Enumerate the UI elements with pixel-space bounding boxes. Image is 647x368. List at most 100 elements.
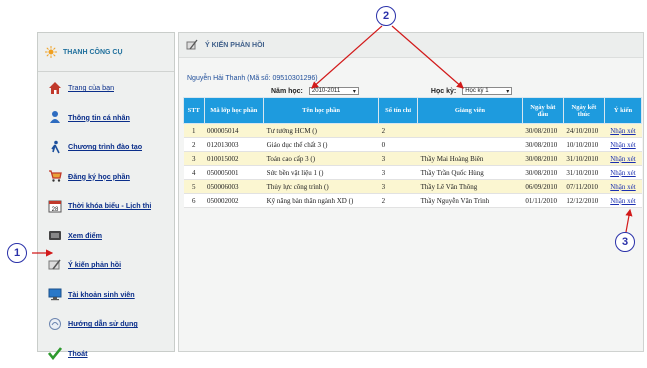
comment-link[interactable]: Nhận xét — [604, 124, 641, 138]
table-cell: 012013003 — [204, 138, 264, 152]
calendar-icon: 28 — [48, 199, 62, 213]
table-cell: 0 — [379, 138, 418, 152]
comment-link[interactable]: Nhận xét — [604, 138, 641, 152]
table-cell: 4 — [184, 166, 205, 180]
table-cell: Thầy Trần Quốc Hùng — [418, 166, 523, 180]
table-cell: 2 — [379, 194, 418, 208]
sidebar-item-home[interactable]: Trang của bạn — [38, 73, 174, 103]
table-cell: 30/08/2010 — [522, 138, 563, 152]
feedback-icon — [185, 38, 199, 52]
sidebar-item-label: Xem điểm — [68, 231, 102, 240]
checkmark-icon — [48, 346, 62, 360]
table-header-row: STT Mã lớp học phần Tên học phần Số tín … — [184, 98, 642, 124]
chevron-down-icon: ▾ — [353, 88, 356, 95]
semester-select-value: Học kỳ 1 — [465, 88, 488, 94]
table-cell: 5 — [184, 180, 205, 194]
table-cell: 30/08/2010 — [522, 124, 563, 138]
comment-link[interactable]: Nhận xét — [604, 152, 641, 166]
table-row: 1 000005014 Tư tưởng HCM () 2 30/08/2010… — [184, 124, 642, 138]
table-cell: 010015002 — [204, 152, 264, 166]
table-cell: 07/11/2010 — [563, 180, 604, 194]
table-cell: 1 — [184, 124, 205, 138]
sun-icon — [44, 45, 58, 59]
person-icon — [48, 110, 62, 124]
column-header: Ý kiến — [604, 98, 641, 124]
sidebar-item-label: Thoát — [68, 349, 88, 358]
table-cell: 06/09/2010 — [522, 180, 563, 194]
sidebar-item-logout[interactable]: Thoát — [38, 339, 174, 368]
sidebar-item-label: Hướng dẫn sử dụng — [68, 319, 138, 328]
sidebar-item-label: Ý kiến phản hồi — [68, 260, 121, 269]
table-row: 6 050002002 Kỹ năng bàn thân ngành XD ()… — [184, 194, 642, 208]
sidebar: THANH CÔNG CỤ Trang của bạn Thông tin cá… — [37, 32, 175, 352]
column-header: STT — [184, 98, 205, 124]
svg-text:28: 28 — [52, 207, 59, 213]
sidebar-item-label: Tài khoản sinh viên — [68, 290, 135, 299]
table-cell — [418, 138, 523, 152]
table-cell: 12/12/2010 — [563, 194, 604, 208]
table-cell: 3 — [184, 152, 205, 166]
table-cell: 10/10/2010 — [563, 138, 604, 152]
comment-link[interactable]: Nhận xét — [604, 180, 641, 194]
sidebar-item-curriculum[interactable]: Chương trình đào tạo — [38, 132, 174, 162]
table-cell: 3 — [379, 166, 418, 180]
callout-badge-1: 1 — [7, 243, 27, 263]
table-cell: 24/10/2010 — [563, 124, 604, 138]
year-select[interactable]: 2010-2011 ▾ — [309, 87, 359, 95]
year-label: Năm học: — [271, 88, 303, 95]
table-cell: 30/08/2010 — [522, 166, 563, 180]
sidebar-item-timetable[interactable]: 28 Thời khóa biểu - Lịch thi — [38, 191, 174, 221]
table-cell: 3 — [379, 180, 418, 194]
table-cell: 2 — [184, 138, 205, 152]
sidebar-item-profile[interactable]: Thông tin cá nhân — [38, 103, 174, 133]
table-cell: 31/10/2010 — [563, 152, 604, 166]
table-cell: Thầy Lê Văn Thông — [418, 180, 523, 194]
semester-select[interactable]: Học kỳ 1 ▾ — [462, 87, 512, 95]
table-row: 2 012013003 Giáo dục thể chất 3 () 0 30/… — [184, 138, 642, 152]
table-cell: Kỹ năng bàn thân ngành XD () — [264, 194, 379, 208]
scores-icon — [48, 228, 62, 242]
table-cell: Thầy Mai Hoàng Biên — [418, 152, 523, 166]
page-title: Ý KIẾN PHẢN HỒI — [205, 42, 265, 49]
student-info: Nguyễn Hải Thanh (Mã số: 09510301296) — [187, 75, 318, 82]
feedback-icon — [48, 258, 62, 272]
sidebar-item-help[interactable]: Hướng dẫn sử dụng — [38, 309, 174, 339]
table-cell: Toán cao cấp 3 () — [264, 152, 379, 166]
main-header: Ý KIẾN PHẢN HỒI — [179, 33, 643, 58]
courses-table: STT Mã lớp học phần Tên học phần Số tín … — [183, 97, 642, 208]
table-cell: Thầy Nguyễn Văn Trình — [418, 194, 523, 208]
sidebar-item-label: Chương trình đào tạo — [68, 142, 142, 151]
table-cell: Giáo dục thể chất 3 () — [264, 138, 379, 152]
monitor-icon — [48, 287, 62, 301]
help-icon — [48, 317, 62, 331]
table-cell: 000005014 — [204, 124, 264, 138]
table-cell: 050006003 — [204, 180, 264, 194]
table-row: 3 010015002 Toán cao cấp 3 () 3 Thầy Mai… — [184, 152, 642, 166]
sidebar-item-scores[interactable]: Xem điểm — [38, 221, 174, 251]
table-cell: 31/10/2010 — [563, 166, 604, 180]
table-row: 4 050005001 Sức bền vật liệu 1 () 3 Thầy… — [184, 166, 642, 180]
table-cell: 30/08/2010 — [522, 152, 563, 166]
table-row: 5 050006003 Thủy lực công trình () 3 Thầ… — [184, 180, 642, 194]
comment-link[interactable]: Nhận xét — [604, 194, 641, 208]
cart-icon — [48, 169, 62, 183]
table-cell: 050002002 — [204, 194, 264, 208]
table-cell: Sức bền vật liệu 1 () — [264, 166, 379, 180]
year-select-value: 2010-2011 — [312, 88, 340, 94]
sidebar-item-register[interactable]: Đăng ký học phần — [38, 162, 174, 192]
sidebar-item-label: Thông tin cá nhân — [68, 113, 130, 122]
callout-badge-3: 3 — [615, 232, 635, 252]
column-header: Tên học phần — [264, 98, 379, 124]
table-cell: Thủy lực công trình () — [264, 180, 379, 194]
sidebar-item-account[interactable]: Tài khoản sinh viên — [38, 280, 174, 310]
sidebar-item-label: Trang của bạn — [68, 83, 114, 92]
sidebar-title: THANH CÔNG CỤ — [63, 49, 123, 56]
column-header: Ngày kết thúc — [563, 98, 604, 124]
column-header: Số tín chỉ — [379, 98, 418, 124]
filter-bar: Năm học: 2010-2011 ▾ Học kỳ: Học kỳ 1 ▾ — [271, 87, 512, 95]
sidebar-item-feedback[interactable]: Ý kiến phản hồi — [38, 250, 174, 280]
comment-link[interactable]: Nhận xét — [604, 166, 641, 180]
sidebar-item-label: Đăng ký học phần — [68, 172, 130, 181]
column-header: Giảng viên — [418, 98, 523, 124]
column-header: Ngày bắt đầu — [522, 98, 563, 124]
